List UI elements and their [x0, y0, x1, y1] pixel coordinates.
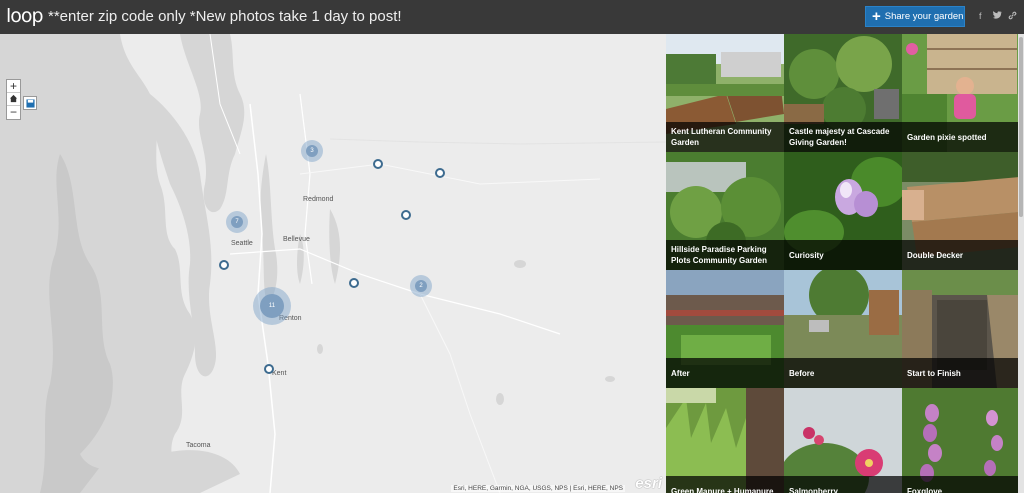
tile-caption: Double Decker [902, 240, 1018, 270]
map-marker[interactable] [219, 260, 229, 270]
map-attribution: Esri, HERE, Garmin, NGA, USGS, NPS | Esr… [451, 485, 625, 492]
tile-caption: Salmonberry [784, 476, 902, 493]
gallery-tile[interactable]: Before [784, 270, 902, 388]
floppy-disk-icon [25, 98, 35, 108]
app-header: loop **enter zip code only *New photos t… [0, 0, 1024, 34]
map-cluster[interactable]: 3 [301, 140, 323, 162]
tile-caption: Foxglove [902, 476, 1018, 493]
share-garden-button[interactable]: + Share your garden [865, 6, 965, 27]
loop-logo[interactable]: loop [6, 5, 44, 27]
city-label: Seattle [231, 240, 253, 247]
gallery-tile[interactable]: Hillside Paradise Parking Plots Communit… [666, 152, 784, 270]
link-icon[interactable] [1008, 11, 1017, 22]
gallery-scrollbar[interactable] [1018, 34, 1024, 493]
gallery-tile[interactable]: Garden pixie spotted [902, 34, 1018, 152]
gallery-tile[interactable]: Kent Lutheran Community Garden [666, 34, 784, 152]
tile-caption: Hillside Paradise Parking Plots Communit… [666, 240, 784, 270]
twitter-icon[interactable] [993, 11, 1002, 21]
plus-icon: + [872, 8, 881, 25]
map-cluster[interactable]: 7 [226, 211, 248, 233]
esri-logo[interactable]: esri [635, 475, 662, 492]
gallery-tile[interactable]: Castle majesty at Cascade Giving Garden! [784, 34, 902, 152]
tile-caption: Green Manure + Humanure [666, 476, 784, 493]
zoom-in-button[interactable]: + [7, 80, 20, 93]
city-label: Bellevue [283, 236, 310, 243]
gallery-tile[interactable]: Start to Finish [902, 270, 1018, 388]
city-label: Redmond [303, 196, 334, 203]
tile-caption: Garden pixie spotted [902, 122, 1018, 152]
facebook-icon[interactable]: f [979, 11, 982, 21]
map-view[interactable]: Redmond Seattle Bellevue Renton Kent Tac… [0, 34, 666, 493]
share-garden-label: Share your garden [884, 11, 964, 22]
tile-caption: After [666, 358, 784, 388]
map-marker[interactable] [264, 364, 274, 374]
tile-caption: Kent Lutheran Community Garden [666, 122, 784, 152]
basemap [0, 34, 666, 493]
tile-caption: Curiosity [784, 240, 902, 270]
city-label: Kent [272, 370, 287, 377]
city-label: Tacoma [186, 442, 211, 449]
zoom-out-button[interactable]: − [7, 106, 20, 119]
tile-caption: Start to Finish [902, 358, 1018, 388]
gallery-tile[interactable]: Salmonberry [784, 388, 902, 493]
gallery-tile[interactable]: After [666, 270, 784, 388]
scrollbar-thumb[interactable] [1019, 37, 1023, 217]
header-notice: **enter zip code only *New photos take 1… [48, 8, 402, 25]
gallery-tile[interactable]: Double Decker [902, 152, 1018, 270]
map-marker[interactable] [373, 159, 383, 169]
tile-caption: Castle majesty at Cascade Giving Garden! [784, 122, 902, 152]
gallery-tile[interactable]: Curiosity [784, 152, 902, 270]
gallery-tile[interactable]: Green Manure + Humanure [666, 388, 784, 493]
map-cluster[interactable]: 11 [253, 287, 291, 325]
map-cluster[interactable]: 2 [410, 275, 432, 297]
photo-gallery: Kent Lutheran Community Garden Castle ma… [666, 34, 1018, 493]
gallery-tile[interactable]: Foxglove [902, 388, 1018, 493]
map-marker[interactable] [435, 168, 445, 178]
map-marker[interactable] [349, 278, 359, 288]
home-icon [9, 94, 18, 103]
save-button[interactable] [23, 96, 37, 110]
map-marker[interactable] [401, 210, 411, 220]
zoom-controls: + − [6, 79, 21, 120]
tile-caption: Before [784, 358, 902, 388]
